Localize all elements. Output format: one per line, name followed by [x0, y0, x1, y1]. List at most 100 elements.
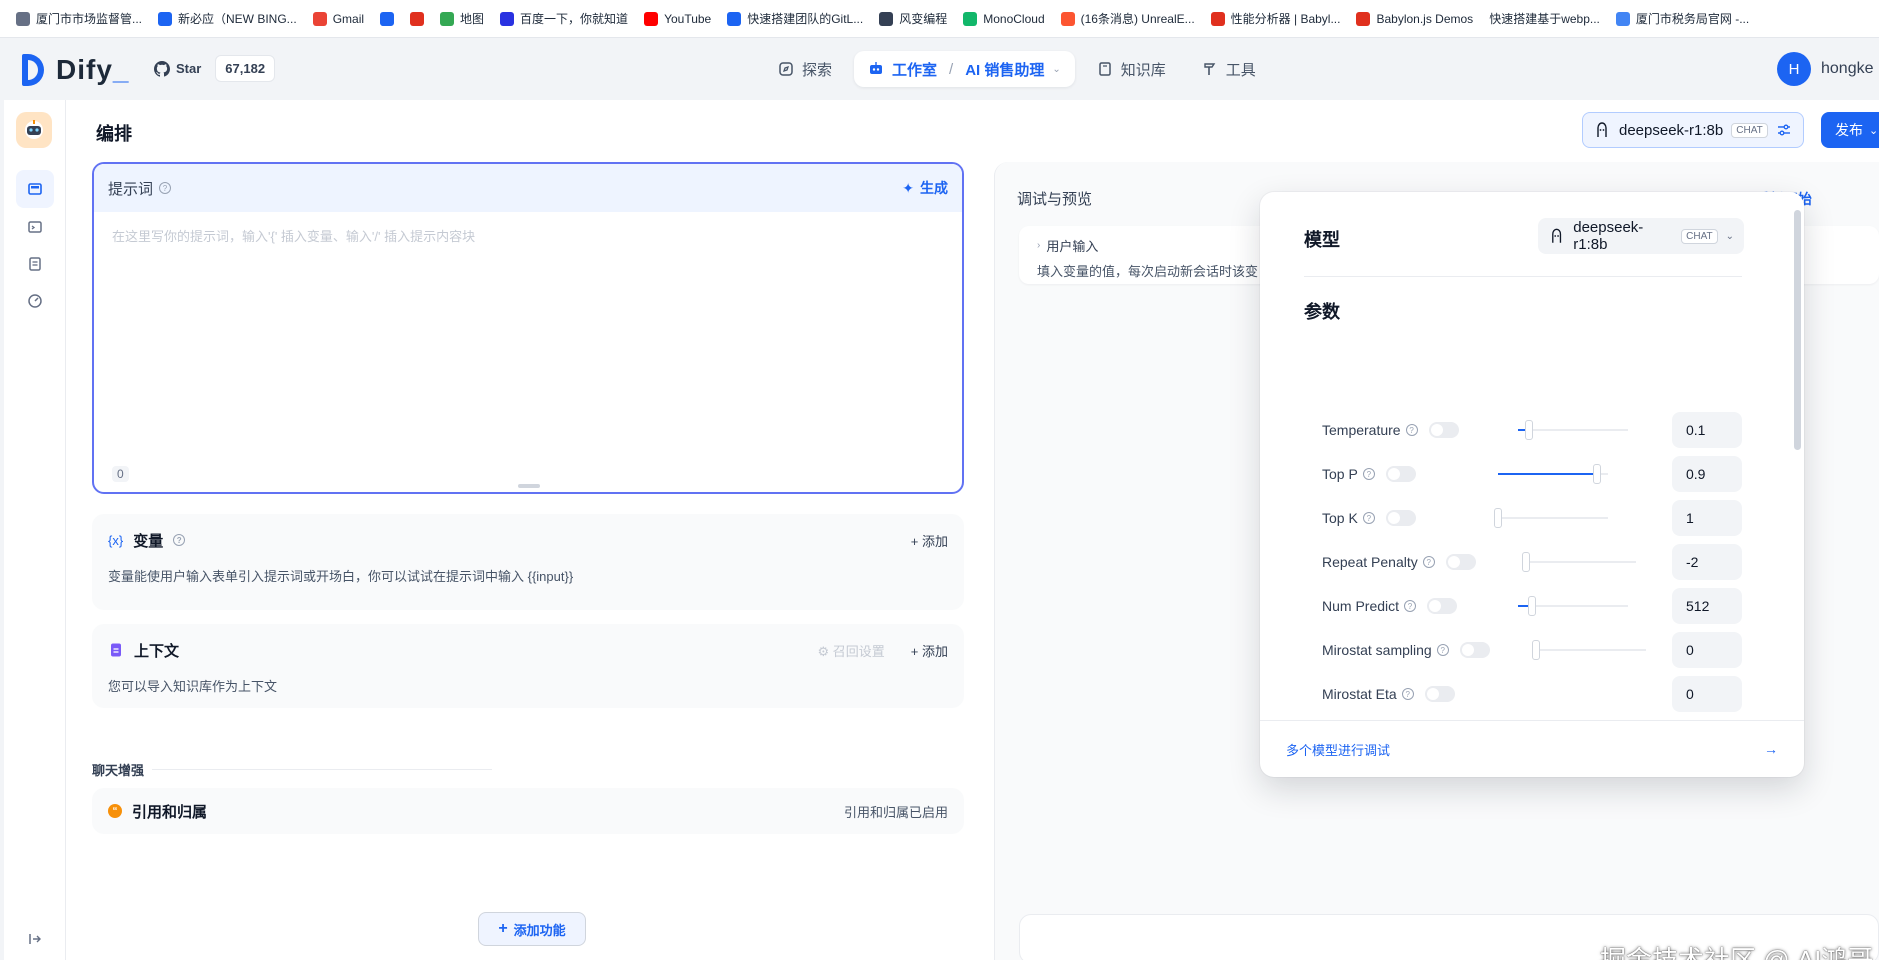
param-slider[interactable]: [1494, 508, 1608, 528]
sparkle-icon: ✦: [902, 179, 914, 196]
citation-card[interactable]: “ 引用和归属 引用和归属已启用: [92, 788, 964, 834]
param-value-input[interactable]: 1: [1672, 500, 1742, 536]
rail-logs[interactable]: [16, 245, 54, 283]
rail-monitoring[interactable]: [16, 282, 54, 320]
prompt-input[interactable]: 在这里写你的提示词，输入'{' 插入变量、输入'/' 插入提示内容块: [112, 226, 475, 245]
help-icon[interactable]: ?: [1362, 512, 1375, 524]
nav-knowledge[interactable]: 知识库: [1083, 51, 1180, 87]
bookmark-item[interactable]: 风变编程: [871, 6, 955, 32]
param-slider[interactable]: [1522, 552, 1636, 572]
param-toggle[interactable]: [1428, 422, 1459, 438]
param-toggle[interactable]: [1385, 510, 1416, 526]
bookmark-label: (16条消息) UnrealE...: [1080, 12, 1195, 26]
param-value-input[interactable]: 0.9: [1672, 456, 1742, 492]
param-name: Mirostat Eta: [1322, 686, 1397, 702]
model-selector-chip[interactable]: deepseek-r1:8b CHAT: [1582, 112, 1804, 148]
help-icon[interactable]: ?: [1422, 556, 1435, 568]
param-toggle[interactable]: [1424, 686, 1455, 702]
slider-thumb[interactable]: [1525, 420, 1533, 440]
param-slider[interactable]: [1532, 640, 1646, 660]
help-icon[interactable]: ?: [1436, 644, 1449, 656]
bookmark-item[interactable]: YouTube: [636, 6, 719, 32]
param-value-input[interactable]: 0.1: [1672, 412, 1742, 448]
context-add-button[interactable]: + 添加: [911, 641, 948, 660]
bookmark-item[interactable]: Gmail: [305, 6, 372, 32]
bookmark-item[interactable]: 厦门市税务局官网 -...: [1608, 6, 1757, 32]
slider-thumb[interactable]: [1494, 508, 1502, 528]
param-toggle[interactable]: [1445, 554, 1476, 570]
slider-thumb[interactable]: [1532, 640, 1540, 660]
star-label: Star: [176, 61, 202, 76]
resize-handle[interactable]: [518, 484, 540, 488]
param-toggle[interactable]: [1459, 642, 1490, 658]
rail-collapse[interactable]: [16, 920, 54, 958]
user-menu[interactable]: H hongke: [1777, 52, 1874, 86]
bookmark-item[interactable]: 性能分析器 | Babyl...: [1203, 6, 1349, 32]
help-icon[interactable]: ?: [159, 182, 172, 194]
rail-orchestrate[interactable]: [16, 170, 54, 208]
bookmark-label: Gmail: [332, 11, 365, 26]
variables-add-button[interactable]: + 添加: [911, 531, 948, 550]
publish-button[interactable]: 发布 ⌄: [1821, 112, 1879, 148]
bookmark-item[interactable]: [372, 6, 402, 32]
user-avatar: H: [1777, 52, 1811, 86]
multi-model-debug-link[interactable]: 多个模型进行调试 →: [1260, 720, 1804, 777]
arrow-right-icon: →: [1764, 741, 1778, 757]
scrollbar[interactable]: [1794, 210, 1801, 450]
bookmark-item[interactable]: Babylon.js Demos: [1348, 6, 1481, 32]
bookmark-item[interactable]: 地图: [432, 6, 492, 32]
bookmark-item[interactable]: [402, 6, 432, 32]
nav-explore[interactable]: 探索: [764, 51, 846, 87]
help-icon[interactable]: ?: [1401, 688, 1414, 700]
param-value-input[interactable]: 0: [1672, 632, 1742, 668]
nav-tools[interactable]: 工具: [1188, 51, 1270, 87]
top-navigation: Dify_ Star 67,182 探索 工作室 / AI 销售助理 ⌄ 知识库: [4, 38, 1879, 100]
recall-settings-button[interactable]: ⚙ 召回设置: [817, 641, 884, 660]
bookmark-item[interactable]: (16条消息) UnrealE...: [1053, 6, 1203, 32]
bookmark-item[interactable]: 厦门市市场监督管...: [8, 6, 150, 32]
param-slider[interactable]: [1518, 596, 1628, 616]
app-icon[interactable]: [16, 112, 52, 148]
param-row: Temperature? 0.1: [1322, 412, 1752, 448]
param-name: Top P: [1322, 466, 1358, 482]
brand-cursor: _: [112, 54, 130, 85]
param-slider[interactable]: [1518, 420, 1628, 440]
chevron-down-icon[interactable]: ⌄: [1052, 64, 1060, 75]
bookmark-item[interactable]: 快速搭建基于webp...: [1481, 6, 1608, 32]
help-icon[interactable]: ?: [1405, 424, 1418, 436]
generate-button[interactable]: ✦ 生成: [902, 178, 948, 198]
cloud-icon: [727, 11, 742, 26]
param-slider[interactable]: [1498, 464, 1608, 484]
param-toggle[interactable]: [1427, 598, 1458, 614]
bookmark-item[interactable]: MonoCloud: [955, 6, 1052, 32]
bookmark-item[interactable]: 快速搭建团队的GitL...: [719, 6, 871, 32]
bookmark-item[interactable]: 新必应（NEW BING...: [150, 6, 305, 32]
param-toggle[interactable]: [1385, 466, 1416, 482]
bookmark-item[interactable]: 百度一下，你就知道: [492, 6, 636, 32]
divider: [1304, 276, 1742, 277]
params-label: 参数: [1304, 302, 1340, 322]
param-value-input[interactable]: 0: [1672, 676, 1742, 712]
slider-thumb[interactable]: [1522, 552, 1530, 572]
robot-icon: [870, 62, 883, 74]
nav-studio[interactable]: 工作室 / AI 销售助理 ⌄: [854, 51, 1075, 87]
debug-title: 调试与预览: [1017, 191, 1093, 208]
github-star-button[interactable]: Star 67,182: [154, 55, 276, 82]
model-select[interactable]: deepseek-r1:8b CHAT ⌄: [1538, 218, 1744, 254]
param-row: Top K? 1: [1322, 500, 1752, 536]
help-icon[interactable]: ?: [173, 534, 186, 546]
slider-thumb[interactable]: [1593, 464, 1601, 484]
help-icon[interactable]: ?: [1362, 468, 1375, 480]
help-icon[interactable]: ?: [1404, 600, 1417, 612]
panda-icon: [879, 11, 894, 26]
rail-api[interactable]: [16, 208, 54, 246]
generate-label: 生成: [920, 180, 948, 196]
current-app-name[interactable]: AI 销售助理: [965, 59, 1044, 80]
chevron-right-icon: ›: [1037, 240, 1041, 251]
param-value-input[interactable]: -2: [1672, 544, 1742, 580]
settings-icon: ⚙: [817, 643, 833, 659]
dify-logo[interactable]: Dify_: [22, 54, 129, 86]
add-feature-button[interactable]: + 添加功能: [478, 912, 586, 946]
slider-thumb[interactable]: [1528, 596, 1537, 616]
param-value-input[interactable]: 512: [1672, 588, 1742, 624]
